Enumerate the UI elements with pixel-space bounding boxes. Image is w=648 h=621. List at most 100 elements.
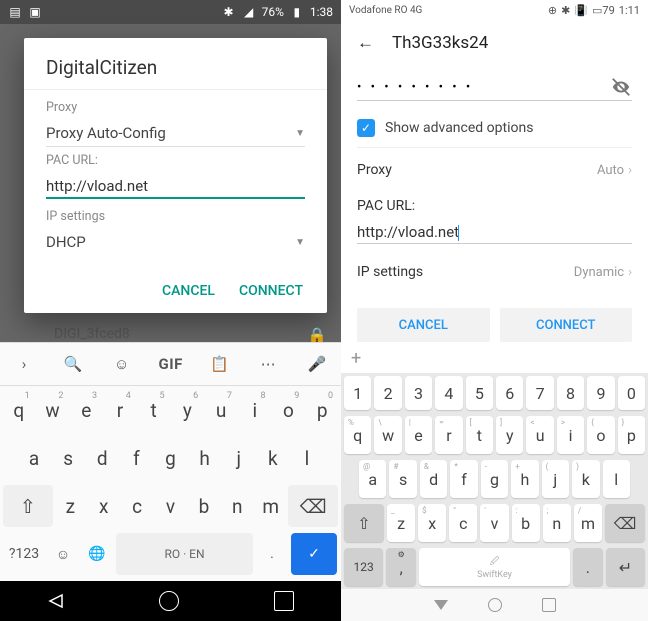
back-button[interactable]: ←: [357, 33, 374, 53]
shift-key[interactable]: ⇧: [3, 485, 53, 527]
key-a[interactable]: @a: [359, 460, 386, 498]
key-y[interactable]: 6y: [172, 389, 204, 431]
key-g[interactable]: g: [154, 437, 186, 479]
key-l[interactable]: l: [603, 460, 630, 498]
key-8[interactable]: 8: [557, 376, 584, 410]
key-9[interactable]: 9: [587, 376, 614, 410]
suggestion-bar[interactable]: +: [341, 345, 648, 373]
cancel-button[interactable]: CANCEL: [357, 308, 490, 342]
key-2[interactable]: 2: [374, 376, 401, 410]
comma-key[interactable]: ⚙,: [386, 548, 416, 586]
key-l[interactable]: l: [291, 437, 323, 479]
key-z[interactable]: z: [55, 485, 86, 527]
recent-button[interactable]: [274, 591, 294, 611]
key-v[interactable]: 'v: [480, 504, 508, 542]
sticker-icon[interactable]: ☺: [110, 355, 134, 373]
key-v[interactable]: v: [155, 485, 186, 527]
key-p[interactable]: 0p: [306, 389, 338, 431]
key-q[interactable]: 1q: [3, 389, 35, 431]
search-icon[interactable]: 🔍: [61, 355, 85, 373]
key-e[interactable]: |e: [405, 416, 432, 454]
key-n[interactable]: n: [222, 485, 253, 527]
key-a[interactable]: a: [18, 437, 50, 479]
key-j[interactable]: (j: [542, 460, 569, 498]
key-x[interactable]: x: [88, 485, 119, 527]
key-z[interactable]: _z: [387, 504, 415, 542]
numeric-key[interactable]: ?123: [4, 533, 44, 575]
key-k[interactable]: )k: [572, 460, 599, 498]
chevron-right-icon[interactable]: ›: [12, 355, 36, 373]
key-m[interactable]: /m: [574, 504, 602, 542]
proxy-row[interactable]: Proxy Auto›: [357, 147, 632, 192]
emoji-key[interactable]: ☺: [48, 533, 78, 575]
space-key[interactable]: 🖉 SwiftKey: [419, 548, 570, 586]
language-key[interactable]: 🌐: [82, 533, 112, 575]
key-1[interactable]: 1: [344, 376, 371, 410]
key-u[interactable]: <u: [526, 416, 553, 454]
ip-settings-dropdown[interactable]: DHCP ▼: [46, 227, 305, 255]
enter-key[interactable]: ↵: [606, 548, 645, 586]
key-e[interactable]: 3e: [70, 389, 102, 431]
password-field[interactable]: • • • • • • • • •: [357, 80, 473, 95]
key-k[interactable]: k: [257, 437, 289, 479]
key-n[interactable]: ;n: [543, 504, 571, 542]
period-key[interactable]: .: [257, 533, 287, 575]
key-h[interactable]: +h: [511, 460, 538, 498]
key-5[interactable]: 5: [466, 376, 493, 410]
mic-icon[interactable]: 🎤: [305, 355, 329, 373]
key-o[interactable]: 9o: [273, 389, 305, 431]
enter-key[interactable]: ✓: [291, 533, 337, 575]
home-button[interactable]: [159, 591, 179, 611]
key-d[interactable]: d: [86, 437, 118, 479]
cancel-button[interactable]: CANCEL: [162, 283, 215, 299]
key-p[interactable]: }p: [618, 416, 645, 454]
key-0[interactable]: 0: [618, 376, 645, 410]
space-key[interactable]: RO · EN: [116, 533, 253, 575]
key-q[interactable]: %q: [344, 416, 371, 454]
backspace-key[interactable]: ⌫: [605, 504, 645, 542]
key-i[interactable]: >i: [557, 416, 584, 454]
key-y[interactable]: ]y: [496, 416, 523, 454]
clipboard-icon[interactable]: 📋: [207, 355, 231, 373]
key-s[interactable]: #s: [389, 460, 416, 498]
show-advanced-checkbox[interactable]: ✓ Show advanced options: [357, 109, 632, 147]
ip-settings-row[interactable]: IP settings Dynamic›: [357, 250, 632, 294]
more-icon[interactable]: ⋯: [256, 355, 280, 373]
home-button[interactable]: [488, 598, 502, 612]
backspace-key[interactable]: ⌫: [288, 485, 338, 527]
numeric-key[interactable]: 123: [344, 548, 383, 586]
key-i[interactable]: 8i: [239, 389, 271, 431]
key-w[interactable]: \w: [374, 416, 401, 454]
key-r[interactable]: 4r: [104, 389, 136, 431]
key-h[interactable]: h: [189, 437, 221, 479]
visibility-off-icon[interactable]: [610, 76, 632, 98]
key-u[interactable]: 7u: [205, 389, 237, 431]
key-f[interactable]: f: [120, 437, 152, 479]
pac-url-input[interactable]: http://vload.net: [46, 171, 305, 199]
key-c[interactable]: c: [121, 485, 152, 527]
key-b[interactable]: b: [188, 485, 219, 527]
key-t[interactable]: [t: [466, 416, 493, 454]
key-g[interactable]: -g: [481, 460, 508, 498]
key-w[interactable]: 2w: [37, 389, 69, 431]
connect-button[interactable]: CONNECT: [500, 308, 633, 342]
key-3[interactable]: 3: [405, 376, 432, 410]
key-6[interactable]: 6: [496, 376, 523, 410]
proxy-dropdown[interactable]: Proxy Auto-Config ▼: [46, 118, 305, 147]
back-button[interactable]: [434, 600, 448, 610]
key-s[interactable]: s: [52, 437, 84, 479]
key-j[interactable]: j: [223, 437, 255, 479]
key-r[interactable]: =r: [435, 416, 462, 454]
key-d[interactable]: &d: [420, 460, 447, 498]
shift-key[interactable]: ⇧: [344, 504, 384, 542]
key-c[interactable]: "c: [449, 504, 477, 542]
key-4[interactable]: 4: [435, 376, 462, 410]
key-b[interactable]: :b: [512, 504, 540, 542]
key-m[interactable]: m: [255, 485, 286, 527]
key-x[interactable]: $x: [418, 504, 446, 542]
key-o[interactable]: {o: [587, 416, 614, 454]
key-f[interactable]: *f: [450, 460, 477, 498]
connect-button[interactable]: CONNECT: [239, 283, 303, 299]
pac-url-input[interactable]: http://vload.net: [357, 217, 632, 244]
back-button[interactable]: [48, 593, 64, 609]
